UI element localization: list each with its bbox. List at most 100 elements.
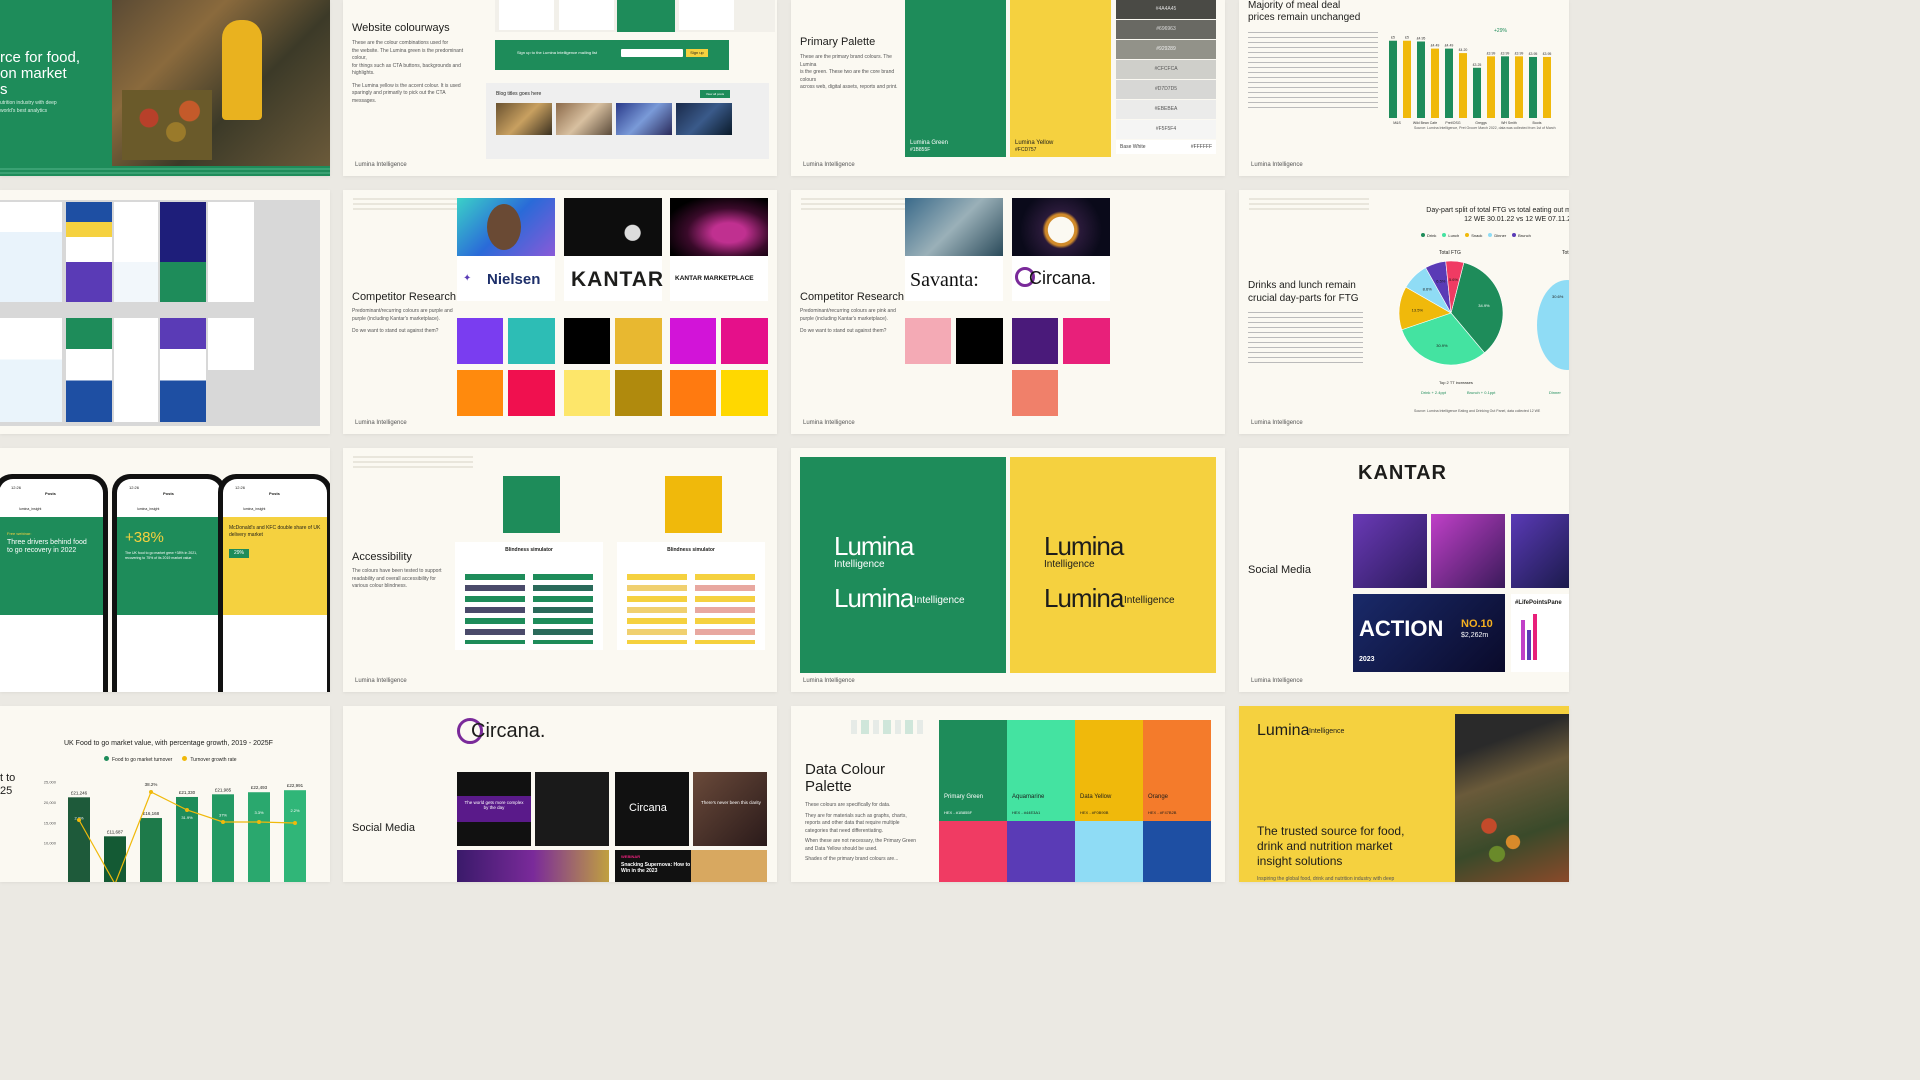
meal-source: Source: Lumina Intelligence, Pret Grocer…	[1414, 126, 1556, 130]
comp1-swatch-black	[564, 318, 610, 364]
access-footer: Lumina Intelligence	[355, 678, 407, 684]
slide-social-grid[interactable]	[0, 190, 330, 434]
kantar-action-year: 2023	[1359, 656, 1375, 663]
phone3-text: McDonald's and KFC double share of UK de…	[229, 525, 321, 538]
kantar-post-hashtag: #LifePointsPane	[1511, 594, 1569, 672]
meal-bar	[1431, 48, 1439, 118]
ftg-legend: Food to go market turnover Turnover growt…	[104, 756, 247, 763]
slide-phones[interactable]: 12:26 Posts lumina_insight Free webinar:…	[0, 448, 330, 692]
slide-trusted-source[interactable]: Lumina Intelligence The trusted source f…	[1239, 706, 1569, 882]
phone1-posts: Posts	[45, 491, 56, 496]
logo-green-word-2: Lumina	[834, 583, 914, 613]
data-body-4: Shades of the primary brand colours are.…	[805, 856, 899, 862]
data-colour-swatch: Primary Green HEX - #1B855F	[939, 720, 1007, 821]
web-body-2: the website. The Lumina green is the pre…	[352, 47, 464, 62]
phone-3: 12:26 Posts lumina_insight McDonald's an…	[218, 474, 330, 692]
slide-accessibility[interactable]: Accessibility The colours have been test…	[343, 448, 777, 692]
web-view-all-button[interactable]: View all posts	[700, 90, 730, 98]
meal-bar-label: £3.99	[1501, 51, 1510, 55]
pie-title-1: Drinks and lunch remain	[1248, 280, 1356, 291]
blog-thumb-3	[616, 103, 672, 135]
web-footer: Lumina Intelligence	[355, 162, 407, 168]
ftg-legend-item: Turnover growth rate	[182, 756, 237, 763]
circana-snacking: Snacking Supernova: How to Win in the 20…	[621, 862, 691, 874]
slide-competitor-1[interactable]: Competitor Research Predominant/recurrin…	[343, 190, 777, 434]
pie-incr-2: Brunch + 0.1ppt	[1467, 390, 1496, 395]
ftg-bar-label: £11,687	[107, 829, 123, 834]
pie-chart-title-1: Day-part split of total FTG vs total eat…	[1426, 207, 1569, 214]
logo-yellow-word-2: Lumina	[1044, 583, 1124, 613]
web-signup-input[interactable]	[621, 49, 683, 57]
ftg-ytick: 20,000	[44, 800, 57, 805]
access-body-3: various colour blindness.	[352, 583, 408, 589]
ftg-growth-point	[293, 821, 297, 825]
slide-meal-deal[interactable]: Majority of meal deal prices remain unch…	[1239, 0, 1569, 176]
ftg-bar	[284, 790, 306, 882]
comp2-title: Competitor Research	[800, 291, 904, 303]
pie-legend-item: Lunch	[1442, 233, 1459, 238]
slide-ftg-market[interactable]: t to 25 UK Food to go market value, with…	[0, 706, 330, 882]
data-colour-swatch: Orange HEX - #F47B2B	[1143, 720, 1211, 821]
slide-competitor-2[interactable]: Competitor Research Predominant/recurrin…	[791, 190, 1225, 434]
hero-sub-1: utrition industry with deep	[0, 100, 57, 106]
meal-bar-label: £3.25	[1473, 63, 1482, 67]
circana-webinar: WEBINAR	[621, 854, 641, 859]
meal-cat-label: Greggs	[1475, 121, 1487, 125]
kantar-mp-photo	[670, 198, 768, 256]
trusted-headline-2: drink and nutrition market	[1257, 839, 1393, 853]
sim-title-green: Blindness simulator	[505, 547, 553, 553]
comp1-swatch-olive	[615, 370, 662, 416]
nielsen-icon: ✦	[463, 273, 472, 284]
ftg-bar-label: £16,168	[143, 811, 160, 816]
meal-bar	[1473, 67, 1481, 118]
web-blog-title: Blog titles goes here	[496, 91, 542, 97]
comp1-swatch-yellow	[721, 370, 768, 416]
nielsen-logo: ✦ Nielsen	[457, 256, 555, 301]
comp1-swatch-pink	[721, 318, 768, 364]
data-colour-name: Orange	[1148, 794, 1169, 800]
ftg-left-2: 25	[0, 785, 13, 798]
slide-data-palette[interactable]: Data Colour Palette These colours are sp…	[791, 706, 1225, 882]
slide-social-circana[interactable]: Social Media Circana. The world gets mor…	[343, 706, 777, 882]
slide-social-kantar[interactable]: Social Media KANTAR ACTION NO.10 $2,262m…	[1239, 448, 1569, 692]
kantar-social-brand: KANTAR	[1358, 462, 1447, 484]
slide-daypart-pie[interactable]: Drinks and lunch remain crucial day-part…	[1239, 190, 1569, 434]
palette-body-3: across web, digital assets, reports and …	[800, 84, 898, 90]
circana-post-2	[535, 772, 609, 846]
meal-footer: Lumina Intelligence	[1251, 162, 1303, 168]
logo-yellow-sub-1: Intelligence	[1044, 559, 1095, 570]
kantar-social-title: Social Media	[1248, 564, 1311, 576]
meal-bar-label: £3.95	[1529, 52, 1538, 56]
data-colour-swatch-row2	[1075, 821, 1143, 882]
circana-post3-logo: Circana	[629, 802, 667, 814]
phone2-big: +38%	[125, 529, 164, 546]
data-title-2: Palette	[805, 777, 852, 795]
meal-bar	[1459, 53, 1467, 118]
circana-social-brand: Circana.	[471, 720, 546, 742]
comp2-swatch-pink	[905, 318, 951, 364]
slide-website-colourways[interactable]: Website colourways These are the colour …	[343, 0, 777, 176]
kantar-mp-logo: KANTAR MARKETPLACE	[670, 256, 768, 301]
slide-lumina-logos[interactable]: Lumina Intelligence Lumina Intelligence …	[791, 448, 1225, 692]
logo-panel-yellow: Lumina Intelligence Lumina Intelligence	[1010, 457, 1216, 673]
kantar-hashtag: #LifePointsPane	[1515, 600, 1562, 606]
comp2-swatch-black	[956, 318, 1003, 364]
ftg-bar-label: £22,493	[251, 785, 268, 790]
logo-green-sub-2: Intelligence	[914, 595, 965, 606]
ftg-ytick: 10,000	[44, 841, 57, 846]
meal-bar	[1487, 56, 1495, 118]
pie-title-2: crucial day-parts for FTG	[1248, 292, 1359, 304]
logos-footer: Lumina Intelligence	[803, 678, 855, 684]
data-colour-swatch-row2	[1007, 821, 1075, 882]
pie-chart: 34.9% 30.9% 13.5% 8.6%6.5% 5.6%	[1398, 260, 1504, 366]
meal-bar	[1543, 56, 1551, 118]
data-colour-swatch-row2	[1143, 821, 1211, 882]
base-white-row: Base White #FFFFFF	[1116, 140, 1216, 154]
savanta-logo: Savanta:	[905, 256, 1003, 301]
slide-hero[interactable]: rce for food, on market s utrition indus…	[0, 0, 330, 176]
slide-primary-palette[interactable]: Primary Palette These are the primary br…	[791, 0, 1225, 176]
kantar-post-action: ACTION NO.10 $2,262m 2023	[1353, 594, 1505, 672]
phone2-handle: lumina_insight	[137, 507, 160, 511]
data-body-3: When these are not necessary, the Primar…	[805, 838, 917, 852]
web-signup-button[interactable]: Sign up	[686, 49, 708, 57]
